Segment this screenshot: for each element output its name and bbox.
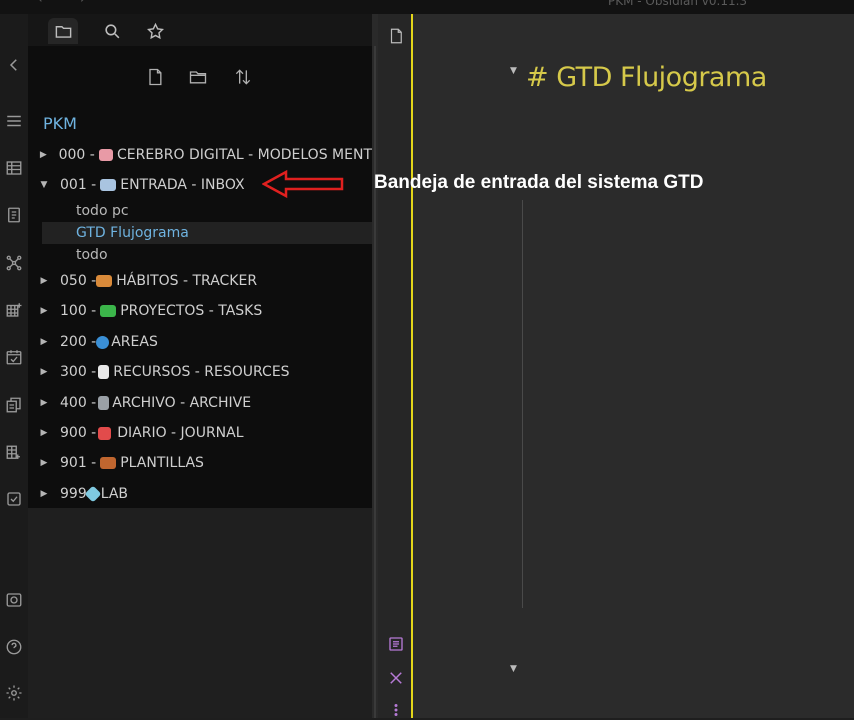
sort-icon[interactable] [230,64,256,90]
folder-caret-icon[interactable]: ▶ [38,337,50,347]
calendar-check-icon[interactable] [2,346,26,368]
folder-label: 200 - [60,334,97,350]
folder-caret-icon[interactable]: ▶ [38,428,50,438]
document-emoji-icon [98,365,110,379]
folder-label: 100 - [60,303,97,319]
folder-caret-icon[interactable]: ▶ [38,306,50,316]
folder-901[interactable]: ▶ 901 - PLANTILLAS [38,452,372,474]
new-note-icon[interactable] [142,64,168,90]
folder-name: AREAS [111,334,158,350]
folder-300[interactable]: ▶ 300 - RECURSOS - RESOURCES [38,361,372,383]
inbox-tray-emoji-icon [100,179,117,191]
files-tab-icon[interactable] [48,18,78,44]
forward-button[interactable]: → [74,0,85,7]
new-folder-icon[interactable] [185,64,211,90]
editor-side-strip [378,14,412,718]
file-todo[interactable]: todo [42,244,372,266]
sidebar-tab-strip [28,14,374,46]
indent-guide [522,200,523,608]
folder-name: RECURSOS - RESOURCES [113,364,290,380]
settings-icon[interactable] [2,682,26,704]
folder-100[interactable]: ▶ 100 - PROYECTOS - TASKS [38,300,372,322]
screen-capture-icon[interactable] [2,589,26,611]
test-tube-emoji-icon [84,485,102,503]
folder-label: 050 - [60,273,97,289]
globe-emoji-icon [96,335,110,349]
back-button[interactable]: ← [38,0,49,7]
annotation-label: Bandeja de entrada del sistema GTD [374,172,704,193]
graph-icon[interactable] [2,252,26,274]
folder-999[interactable]: ▶ 999 LAB [38,483,372,505]
editor-pane[interactable]: ▼ # GTD Flujograma ▼ [413,14,854,718]
folder-name: PROYECTOS - TASKS [120,303,263,319]
close-icon[interactable] [386,668,406,688]
folder-caret-icon[interactable]: ▶ [38,276,50,286]
check-mark-emoji-icon [100,305,117,317]
red-arrow-icon [262,169,344,199]
cards-icon[interactable] [2,204,26,226]
calendar-emoji-icon [98,426,112,440]
sidebar-divider-line [374,46,376,718]
note-heading[interactable]: # GTD Flujograma [526,62,767,93]
kanban-icon[interactable] [2,442,26,464]
folder-name: LAB [100,486,129,502]
fold-caret-icon[interactable]: ▼ [510,66,517,76]
starred-tab-icon[interactable] [140,18,170,44]
folder-name: CEREBRO DIGITAL - MODELOS MENT [116,147,372,163]
outline-icon[interactable] [386,634,406,654]
title-bar: ← → PKM - Obsidian v0.11.3 [0,0,854,14]
folder-caret-icon[interactable]: ▶ [38,367,50,377]
brain-emoji-icon [98,149,113,161]
folder-label: 901 - [60,455,97,471]
more-icon[interactable] [386,700,406,720]
bricks-emoji-icon [100,457,117,469]
file-gtd-flujograma[interactable]: GTD Flujograma [42,222,372,244]
folder-name: HÁBITOS - TRACKER [116,273,258,289]
folder-050[interactable]: ▶ 050 - HÁBITOS - TRACKER [38,270,372,292]
folder-caret-icon[interactable]: ▶ [38,489,50,499]
folder-caret-icon[interactable]: ▼ [38,180,50,190]
checkbox-icon[interactable] [2,488,26,510]
file-explorer: PKM ▶ 000 - CEREBRO DIGITAL - MODELOS ME… [28,46,372,508]
folder-caret-icon[interactable]: ▶ [38,398,50,408]
folder-label: 000 - [58,147,95,163]
folder-label: 999 [60,486,87,502]
trash-can-emoji-icon [98,396,110,410]
folder-label: 001 - [60,177,97,193]
left-ribbon [0,14,29,718]
folder-label: 400 - [60,395,97,411]
folder-name: DIARIO - JOURNAL [117,425,244,441]
help-icon[interactable] [2,636,26,658]
habits-emoji-icon [96,275,113,287]
calendar-grid-icon[interactable] [2,299,26,321]
folder-name: PLANTILLAS [120,455,204,471]
file-icon[interactable] [386,26,406,46]
fold-caret-icon[interactable]: ▼ [510,664,517,674]
table-icon[interactable] [2,157,26,179]
folder-label: 900 - [60,425,97,441]
search-tab-icon[interactable] [97,18,127,44]
folder-000[interactable]: ▶ 000 - CEREBRO DIGITAL - MODELOS MENT [38,144,372,166]
folder-900[interactable]: ▶ 900 - DIARIO - JOURNAL [38,422,372,444]
window-title: PKM - Obsidian v0.11.3 [608,0,748,8]
menu-icon[interactable] [2,110,26,132]
folder-caret-icon[interactable]: ▶ [38,458,50,468]
folder-caret-icon[interactable]: ▶ [38,150,49,160]
copy-docs-icon[interactable] [2,394,26,416]
vault-name[interactable]: PKM [43,114,77,133]
folder-name: ARCHIVO - ARCHIVE [112,395,252,411]
folder-400[interactable]: ▶ 400 - ARCHIVO - ARCHIVE [38,392,372,414]
folder-200[interactable]: ▶ 200 - AREAS [38,331,372,353]
sidebar-empty-area [28,508,372,718]
folder-label: 300 - [60,364,97,380]
collapse-icon[interactable] [2,54,26,76]
folder-name: ENTRADA - INBOX [120,177,245,193]
file-todo-pc[interactable]: todo pc [42,200,372,222]
